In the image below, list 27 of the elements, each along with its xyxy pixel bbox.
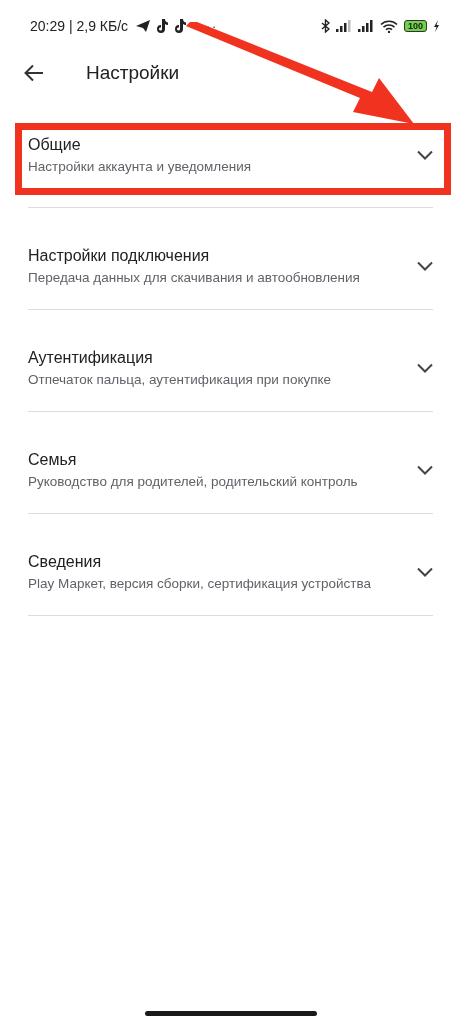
back-arrow-icon[interactable]: [24, 64, 44, 82]
section-title[interactable]: Общие: [28, 136, 411, 154]
section-title[interactable]: Сведения: [28, 552, 411, 571]
wifi-icon: [379, 19, 398, 33]
chevron-down-icon[interactable]: [417, 260, 433, 271]
chevron-down-icon[interactable]: [417, 362, 433, 373]
chevron-down-icon[interactable]: [417, 566, 433, 577]
section-subtitle: Отпечаток пальца, аутентификация при покупке: [28, 371, 333, 387]
section-subtitle: Play Маркет, версия сборки, сертификация устройства: [28, 575, 372, 591]
section-subtitle: Настройки аккаунта и уведомления: [28, 159, 253, 174]
section-title[interactable]: Настройки подключения: [28, 246, 411, 265]
section-title[interactable]: Аутентификация: [28, 348, 411, 367]
signal-icon: [357, 20, 374, 32]
music-note-icon: [174, 19, 187, 33]
section-subtitle: Руководство для родителей, родительский контроль: [28, 473, 359, 489]
paper-plane-icon: [136, 20, 151, 32]
section-title[interactable]: Семья: [28, 450, 411, 469]
section-subtitle: Передача данных для скачивания и автообновления: [28, 269, 361, 285]
music-note-icon: [156, 19, 169, 33]
chevron-down-icon[interactable]: [417, 464, 433, 475]
chevron-down-icon[interactable]: [417, 150, 433, 160]
bluetooth-icon: [320, 19, 330, 33]
more-dots: ··: [206, 18, 218, 34]
status-time: 20:29 | 2,9 КБ/с: [30, 18, 129, 34]
page-title: Настройки: [86, 62, 180, 84]
signal-icon: [335, 20, 352, 32]
battery-icon: 100: [403, 20, 427, 32]
